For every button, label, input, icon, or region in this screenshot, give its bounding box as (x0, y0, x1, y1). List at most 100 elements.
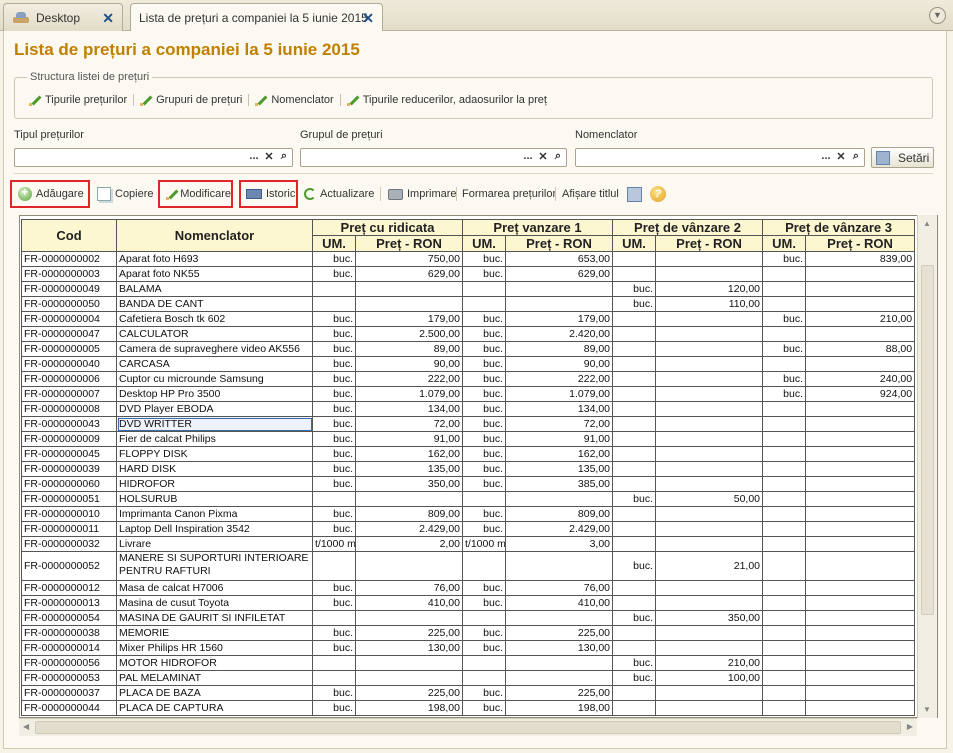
table-row[interactable]: FR-0000000008 DVD Player EBODA buc. 134,00 b… (21, 401, 916, 417)
cell-um[interactable]: buc. (312, 266, 356, 282)
cell-price[interactable]: 110,00 (655, 296, 764, 312)
cell-price[interactable]: 21,00 (655, 551, 764, 581)
cell-um[interactable]: buc. (312, 341, 356, 357)
cell-price[interactable]: 2.429,00 (355, 521, 463, 537)
cell-price[interactable]: 135,00 (504, 461, 614, 477)
cell-um[interactable] (312, 491, 356, 507)
cell-um[interactable]: buc. (312, 416, 356, 432)
cell-price[interactable]: 410,00 (504, 595, 614, 611)
cell-price[interactable] (805, 700, 916, 716)
cell-price[interactable] (805, 296, 916, 312)
clear-icon[interactable]: ✕ (835, 150, 847, 163)
cell-um[interactable]: buc. (612, 296, 657, 312)
search-icon[interactable]: ⌕ (850, 150, 862, 163)
cell-nomenclature[interactable]: CALCULATOR (116, 326, 313, 342)
cell-um[interactable]: buc. (612, 551, 657, 581)
cell-um[interactable] (612, 371, 657, 387)
cell-price[interactable] (655, 625, 764, 641)
cell-um[interactable]: buc. (462, 461, 506, 477)
col-header-code[interactable]: Cod (21, 219, 117, 252)
cell-price[interactable] (805, 670, 916, 686)
cell-um[interactable] (762, 655, 807, 671)
cell-um[interactable]: buc. (612, 281, 657, 297)
cell-um[interactable] (762, 401, 807, 417)
cell-price[interactable]: 179,00 (504, 311, 614, 327)
cell-price[interactable] (655, 521, 764, 537)
cell-price[interactable] (355, 670, 463, 686)
cell-price[interactable] (805, 536, 916, 552)
table-row[interactable]: FR-0000000010 Imprimanta Canon Pixma buc. 8… (21, 506, 916, 522)
cell-um[interactable] (612, 446, 657, 462)
cell-price[interactable]: 130,00 (504, 640, 614, 656)
cell-price[interactable]: 2.500,00 (355, 326, 463, 342)
cell-price[interactable] (655, 595, 764, 611)
cell-um[interactable] (612, 476, 657, 492)
cell-um[interactable] (762, 685, 807, 701)
table-row[interactable]: FR-0000000011 Laptop Dell Inspiration 354… (21, 521, 916, 537)
table-row[interactable]: FR-0000000003 Aparat foto NK55 buc. 629,00 b… (21, 266, 916, 282)
col-header-price[interactable]: Preț - RON (355, 235, 463, 252)
cell-nomenclature[interactable]: HIDROFOR (116, 476, 313, 492)
cell-um[interactable] (462, 491, 506, 507)
cell-um[interactable]: buc. (612, 610, 657, 626)
table-row[interactable]: FR-0000000006 Cuptor cu microunde Samsung… (21, 371, 916, 387)
col-header-price[interactable]: Preț - RON (504, 235, 614, 252)
cell-price[interactable]: 210,00 (805, 311, 916, 327)
cell-um[interactable] (762, 491, 807, 507)
cell-price[interactable] (655, 431, 764, 447)
cell-price[interactable]: 134,00 (504, 401, 614, 417)
cell-price[interactable] (504, 281, 614, 297)
cell-um[interactable]: buc. (312, 386, 356, 402)
cell-um[interactable] (762, 580, 807, 596)
table-row[interactable]: FR-0000000012 Masa de calcat H7006 buc. 76,… (21, 580, 916, 596)
cell-um[interactable]: buc. (462, 311, 506, 327)
col-header-price[interactable]: Preț - RON (805, 235, 916, 252)
cell-nomenclature[interactable]: Imprimanta Canon Pixma (116, 506, 313, 522)
cell-price[interactable] (655, 341, 764, 357)
print-button[interactable]: Imprimare (388, 180, 457, 208)
cell-price[interactable] (355, 296, 463, 312)
cell-nomenclature[interactable]: FLOPPY DISK (116, 446, 313, 462)
cell-price[interactable]: 1.079,00 (504, 386, 614, 402)
scroll-up-icon[interactable]: ▲ (923, 219, 931, 228)
show-title-button[interactable]: Afișare titlul (562, 180, 619, 208)
col-header-price[interactable]: Preț - RON (655, 235, 764, 252)
cell-price[interactable] (355, 551, 463, 581)
col-header-nomenclature[interactable]: Nomenclator (116, 219, 313, 252)
cell-um[interactable] (762, 595, 807, 611)
table-row[interactable]: FR-0000000043 DVD WRITTER buc. 72,00 buc. 72,… (21, 416, 916, 432)
table-row[interactable]: FR-0000000032 Livrare t/1000 m 2,00 t/1000 m… (21, 536, 916, 552)
table-row[interactable]: FR-0000000038 MEMORIE buc. 225,00 buc. 225,00 (21, 625, 916, 641)
price-type-field[interactable]: ... ✕ ⌕ (14, 148, 293, 167)
cell-nomenclature[interactable]: Masa de calcat H7006 (116, 580, 313, 596)
cell-price[interactable] (504, 655, 614, 671)
cell-nomenclature[interactable]: PAL MELAMINAT (116, 670, 313, 686)
group-header[interactable]: Preț de vânzare 3 (762, 219, 916, 236)
cell-nomenclature[interactable]: Cafetiera Bosch tk 602 (116, 311, 313, 327)
cell-um[interactable] (762, 670, 807, 686)
cell-nomenclature[interactable]: PLACA DE CAPTURA (116, 700, 313, 716)
table-row[interactable]: FR-0000000037 PLACA DE BAZA buc. 225,00 buc.… (21, 685, 916, 701)
cell-nomenclature[interactable]: Masina de cusut Toyota (116, 595, 313, 611)
cell-price[interactable] (655, 700, 764, 716)
cell-price[interactable] (504, 491, 614, 507)
cell-nomenclature[interactable]: DVD WRITTER (116, 416, 313, 432)
table-row[interactable]: FR-0000000053 PAL MELAMINAT buc. 100,00 (21, 670, 916, 686)
cell-um[interactable]: buc. (312, 356, 356, 372)
cell-price[interactable]: 1.079,00 (355, 386, 463, 402)
scroll-down-icon[interactable]: ▼ (923, 705, 931, 714)
cell-price[interactable] (805, 595, 916, 611)
cell-price[interactable] (805, 281, 916, 297)
cell-price[interactable] (355, 281, 463, 297)
cell-um[interactable]: buc. (462, 521, 506, 537)
cell-price[interactable] (655, 326, 764, 342)
price-group-field[interactable]: ... ✕ ⌕ (300, 148, 567, 167)
cell-um[interactable]: buc. (312, 446, 356, 462)
cell-code[interactable]: FR-0000000037 (21, 685, 117, 701)
add-button[interactable]: Adăugare (10, 180, 90, 208)
table-row[interactable]: FR-0000000004 Cafetiera Bosch tk 602 buc. 1… (21, 311, 916, 327)
cell-um[interactable] (762, 446, 807, 462)
cell-price[interactable] (655, 580, 764, 596)
cell-price[interactable] (655, 476, 764, 492)
cell-price[interactable]: 225,00 (504, 685, 614, 701)
